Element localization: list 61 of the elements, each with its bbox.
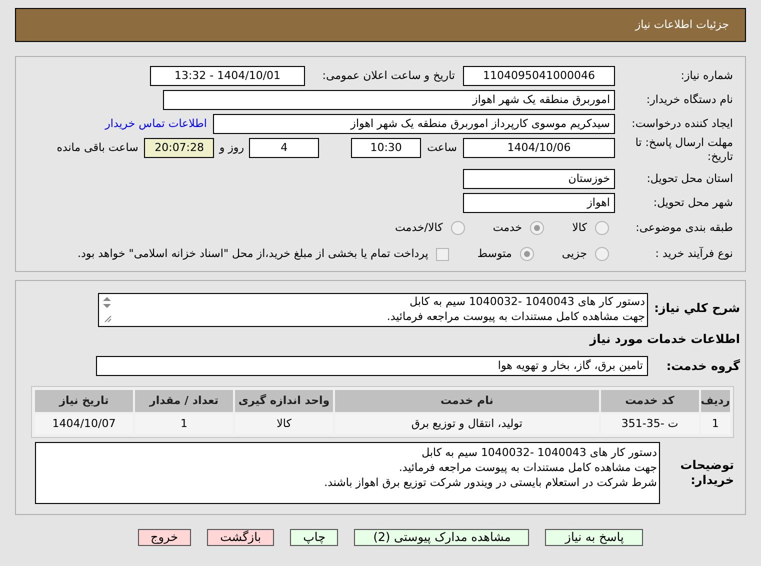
column-header: تاریخ نیاز: [35, 390, 133, 412]
column-header: کد خدمت: [600, 390, 699, 412]
scroll-arrows-icon[interactable]: [101, 295, 113, 325]
field-label: نام دستگاه خریدار:: [645, 92, 733, 108]
field-label: استان محل تحویل:: [646, 170, 733, 187]
field-label: ایجاد کننده درخواست:: [630, 116, 733, 132]
radio-label: متوسط: [477, 246, 512, 262]
action-button[interactable]: چاپ: [290, 529, 338, 546]
field-label: نوع فرآیند خرید :: [654, 246, 733, 262]
field-label: ساعت باقی مانده: [56, 140, 138, 156]
city-field[interactable]: اهواز: [463, 193, 615, 213]
table-cell: 1: [135, 414, 233, 434]
radio-button[interactable]: [520, 247, 534, 261]
checkbox-label: پرداخت تمام یا بخشی از مبلغ خرید،از محل "اسناد خزانه اسلامی" خواهد بود.: [78, 246, 428, 262]
column-header: واحد اندازه گیری: [235, 390, 333, 412]
field-label: شماره نیاز:: [680, 68, 733, 84]
table-cell: 1404/10/07: [35, 414, 133, 434]
field-label: شرح کلي نیاز:: [653, 300, 740, 317]
radio-label: جزیی: [562, 246, 587, 262]
days-field[interactable]: 4: [249, 138, 320, 158]
radio-label: کالا/خدمت: [395, 220, 443, 236]
radio-button[interactable]: [450, 221, 465, 235]
need-number-field[interactable]: 1104095041000046: [463, 66, 615, 86]
table-cell: تولید، انتقال و توزیع برق: [335, 414, 599, 434]
radio-label: خدمت: [492, 220, 522, 236]
column-header: نام خدمت: [335, 390, 599, 412]
field-label: گروه خدمت:: [665, 358, 740, 375]
radio-label: کالا: [572, 220, 587, 236]
remaining-time-field[interactable]: 20:07:28: [144, 138, 214, 158]
action-button[interactable]: مشاهده مدارک پیوستی (2): [354, 529, 530, 546]
deadline-time-field[interactable]: 10:30: [351, 138, 422, 158]
action-button[interactable]: خروج: [138, 529, 192, 546]
buyer-notes-field[interactable]: دستور کار های 1040043 -1040032 سیم به کابل جهت مشاهده کامل مستندات به پیوست مراجعه فرمائید. شرط شرکت در استعلام بایستی در ویندور شرکت توزیع برق اهواز باشند.: [35, 442, 660, 504]
action-button[interactable]: پاسخ به نیاز: [545, 529, 644, 546]
province-field[interactable]: خوزستان: [463, 169, 615, 189]
table-cell: ت -35-351: [600, 414, 699, 434]
announce-date-field[interactable]: 1404/10/01 - 13:32: [150, 66, 305, 86]
description-field[interactable]: دستور کار های 1040043 -1040032 سیم به کابل جهت مشاهده کامل مستندات به پیوست مراجعه فرمائید.: [98, 293, 648, 327]
radio-button[interactable]: [530, 221, 544, 235]
field-label: تاریخ و ساعت اعلان عمومی:: [321, 68, 455, 84]
radio-button[interactable]: [595, 247, 609, 261]
table-cell: کالا: [235, 414, 333, 434]
action-button[interactable]: بازگشت: [207, 529, 274, 546]
field-label: مهلت ارسال پاسخ: تا تاریخ:: [634, 136, 733, 164]
buyer-field[interactable]: اموربرق منطقه یک شهر اهواز: [163, 90, 615, 110]
field-label: ساعت: [427, 140, 457, 156]
field-label: طبقه بندی موضوعی:: [634, 220, 733, 236]
field-label: روز و: [219, 140, 244, 156]
creator-field[interactable]: سیدکریم موسوی کارپرداز اموربرق منطقه یک شهر اهواز: [213, 114, 615, 134]
column-header: ردیف: [700, 390, 730, 412]
service-group-field[interactable]: تامین برق، گاز، بخار و تهویه هوا: [96, 356, 648, 376]
column-header: تعداد / مقدار: [135, 390, 233, 412]
deadline-date-field[interactable]: 1404/10/06: [463, 138, 615, 158]
radio-button[interactable]: [595, 221, 609, 235]
page-title: جزئیات اطلاعات نیاز: [635, 16, 729, 33]
contact-link[interactable]: اطلاعات تماس خریدار: [105, 116, 207, 132]
field-label: شهر محل تحویل:: [652, 194, 733, 211]
section-title: اطلاعات خدمات مورد نیاز: [588, 331, 740, 348]
table-cell: 1: [700, 414, 730, 434]
checkbox[interactable]: [436, 248, 450, 260]
field-label: توضیحات خریدار:: [679, 457, 735, 488]
